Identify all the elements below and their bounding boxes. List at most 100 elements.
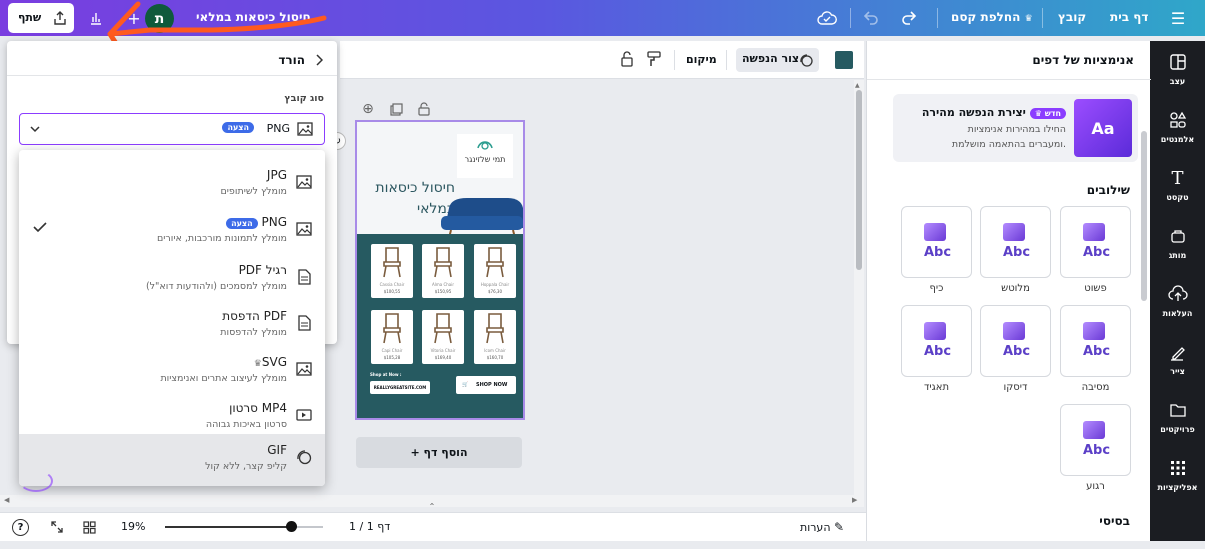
- grid-view-icon[interactable]: [81, 519, 97, 535]
- checkmark-icon: [33, 222, 47, 236]
- rail-item-uploads[interactable]: העלאות: [1150, 281, 1205, 337]
- rail-item-brand[interactable]: מותג: [1150, 223, 1205, 279]
- chair-image: [383, 313, 401, 344]
- chair-image: [434, 313, 452, 344]
- promo-title: יצירת הנפשה מהירה: [921, 106, 1026, 119]
- menu-icon[interactable]: ☰: [1168, 8, 1188, 28]
- editor-toolbar: צור הנפשה מיקום: [340, 41, 864, 79]
- image-icon: [295, 173, 313, 191]
- suggested-badge: הצעה: [222, 122, 254, 133]
- position-button[interactable]: מיקום: [686, 53, 717, 66]
- add-page-icon[interactable]: ⊕: [360, 101, 376, 117]
- lock-icon[interactable]: [618, 50, 636, 68]
- animation-card-label: תאגיד: [923, 382, 950, 393]
- resize-button[interactable]: החלפת קסם ♛: [951, 10, 1033, 24]
- home-button[interactable]: דף בית: [1110, 10, 1148, 24]
- page-lock-icon[interactable]: [416, 101, 432, 117]
- help-icon[interactable]: ?: [12, 519, 29, 536]
- page-indicator[interactable]: דף 1 / 1: [349, 520, 390, 533]
- document-icon: [295, 314, 313, 332]
- paint-format-icon[interactable]: [645, 50, 663, 68]
- cloud-saved-icon[interactable]: [815, 7, 839, 29]
- rail-item-apps[interactable]: אפליקציות: [1150, 455, 1205, 511]
- add-page-button[interactable]: + הוסף דף: [356, 437, 522, 468]
- animation-preview-icon: [924, 322, 946, 340]
- animation-card-label: רגוע: [1086, 481, 1105, 492]
- promo-description: החילו במהירות אנימציות ומעברים בהתאמה מו…: [951, 124, 1066, 150]
- new-badge: ♛ חדש: [1029, 108, 1066, 119]
- redo-icon[interactable]: [898, 7, 920, 29]
- animation-card-label: דיסקו: [1003, 382, 1028, 393]
- animation-card[interactable]: Abc: [1060, 305, 1131, 377]
- image-icon: [295, 220, 313, 238]
- product-card: Alma Chair $150,95: [422, 244, 464, 298]
- rail-item-draw[interactable]: צייר: [1150, 339, 1205, 395]
- zoom-slider[interactable]: [165, 521, 323, 532]
- animations-panel: אנימציות של דפים Aa יצירת הנפשה מהירה ♛ …: [866, 41, 1151, 541]
- undo-icon[interactable]: [860, 7, 882, 29]
- magic-animate-promo[interactable]: Aa יצירת הנפשה מהירה ♛ חדש החילו במהירות…: [893, 94, 1138, 162]
- animation-card[interactable]: Abc: [1060, 404, 1131, 476]
- upload-icon: [1150, 281, 1205, 307]
- shapes-icon: [1150, 107, 1205, 133]
- animation-card[interactable]: Abc: [901, 206, 972, 278]
- canvas-vertical-scrollbar[interactable]: ▲: [854, 80, 864, 498]
- notes-icon: ✎: [834, 520, 845, 534]
- file-type-option[interactable]: JPG מומלץ לשיתופים: [19, 159, 325, 205]
- animation-card[interactable]: Abc: [980, 305, 1051, 377]
- duplicate-icon[interactable]: [388, 101, 404, 117]
- rail-item-design[interactable]: עצב: [1150, 49, 1205, 105]
- rail-item-elements[interactable]: אלמנטים: [1150, 107, 1205, 163]
- design-page[interactable]: תמי שלזינגר חיסול כיסאות במלאי Cassia Ch…: [355, 120, 525, 420]
- color-swatch[interactable]: [835, 51, 853, 69]
- panel-title: אנימציות של דפים: [1032, 53, 1134, 67]
- file-type-option[interactable]: הצעה PNG מומלץ לתמונות מורכבות, איורים: [19, 206, 325, 252]
- rail-item-projects[interactable]: פרויקטים: [1150, 397, 1205, 453]
- animation-preview-icon: [1083, 223, 1105, 241]
- canvas-area: ⊕ תמי שלזינגר חיסול כיסאות במלאי Cassia …: [328, 80, 864, 498]
- crown-icon: ♛: [253, 359, 262, 369]
- animation-card[interactable]: Abc: [980, 206, 1051, 278]
- fullscreen-icon[interactable]: [49, 519, 65, 535]
- divider: [1042, 8, 1043, 28]
- document-icon: [295, 268, 313, 286]
- file-type-option[interactable]: PDF רגיל מומלץ למסמכים (ולהודעות דוא"ל): [19, 254, 325, 300]
- chevron-down-icon: [28, 122, 42, 136]
- file-menu[interactable]: קובץ: [1058, 10, 1086, 24]
- image-icon: [296, 120, 314, 138]
- gif-icon: [295, 448, 313, 466]
- product-card: Capi Chair $105,28: [371, 310, 413, 364]
- file-type-option[interactable]: הדפסת PDF מומלץ להדפסות: [19, 300, 325, 346]
- animation-card[interactable]: Abc: [901, 305, 972, 377]
- animation-card-label: כיף: [929, 283, 944, 294]
- animation-card-label: מסיבה: [1081, 382, 1110, 393]
- bottom-bar: ? 19% דף 1 / 1 הערות ✎: [0, 512, 866, 541]
- cart-icon: 🛒: [462, 382, 469, 388]
- notes-button[interactable]: הערות ✎: [800, 520, 844, 534]
- animation-card[interactable]: Abc: [1060, 206, 1131, 278]
- chair-image: [486, 313, 504, 344]
- brand-logo: תמי שלזינגר: [457, 134, 513, 178]
- animation-card-label: מלוטש: [1001, 283, 1030, 294]
- crown-icon: ♛: [1024, 14, 1033, 24]
- chevron-right-icon[interactable]: [309, 50, 329, 70]
- share-button[interactable]: שתף: [8, 3, 74, 33]
- file-type-option[interactable]: ♛SVG מומלץ לעיצוב אתרים ואנימציות: [19, 346, 325, 392]
- layout-icon: [1150, 49, 1205, 75]
- panel-scrollbar[interactable]: [1139, 81, 1149, 541]
- folder-icon: [1150, 397, 1205, 423]
- zoom-level[interactable]: 19%: [121, 520, 145, 533]
- file-type-select[interactable]: PNG הצעה: [19, 113, 325, 145]
- product-card: Hoppala Chair $76,30: [474, 244, 516, 298]
- chair-image: [434, 247, 452, 278]
- animate-button[interactable]: צור הנפשה: [736, 48, 819, 72]
- chair-image: [383, 247, 401, 278]
- website-label: REALLYGREATSITE.COM: [370, 381, 430, 394]
- file-type-option[interactable]: GIF קליפ קצר, ללא קול: [19, 434, 325, 486]
- divider: [867, 79, 1151, 80]
- rail-item-text[interactable]: T טקסט: [1150, 165, 1205, 221]
- product-card: Vitoria Chair $169,40: [422, 310, 464, 364]
- file-type-option[interactable]: סרטון MP4 סרטון באיכות גבוהה: [19, 392, 325, 438]
- animate-icon: [798, 52, 814, 68]
- chevron-up-icon[interactable]: ⌃: [424, 500, 440, 512]
